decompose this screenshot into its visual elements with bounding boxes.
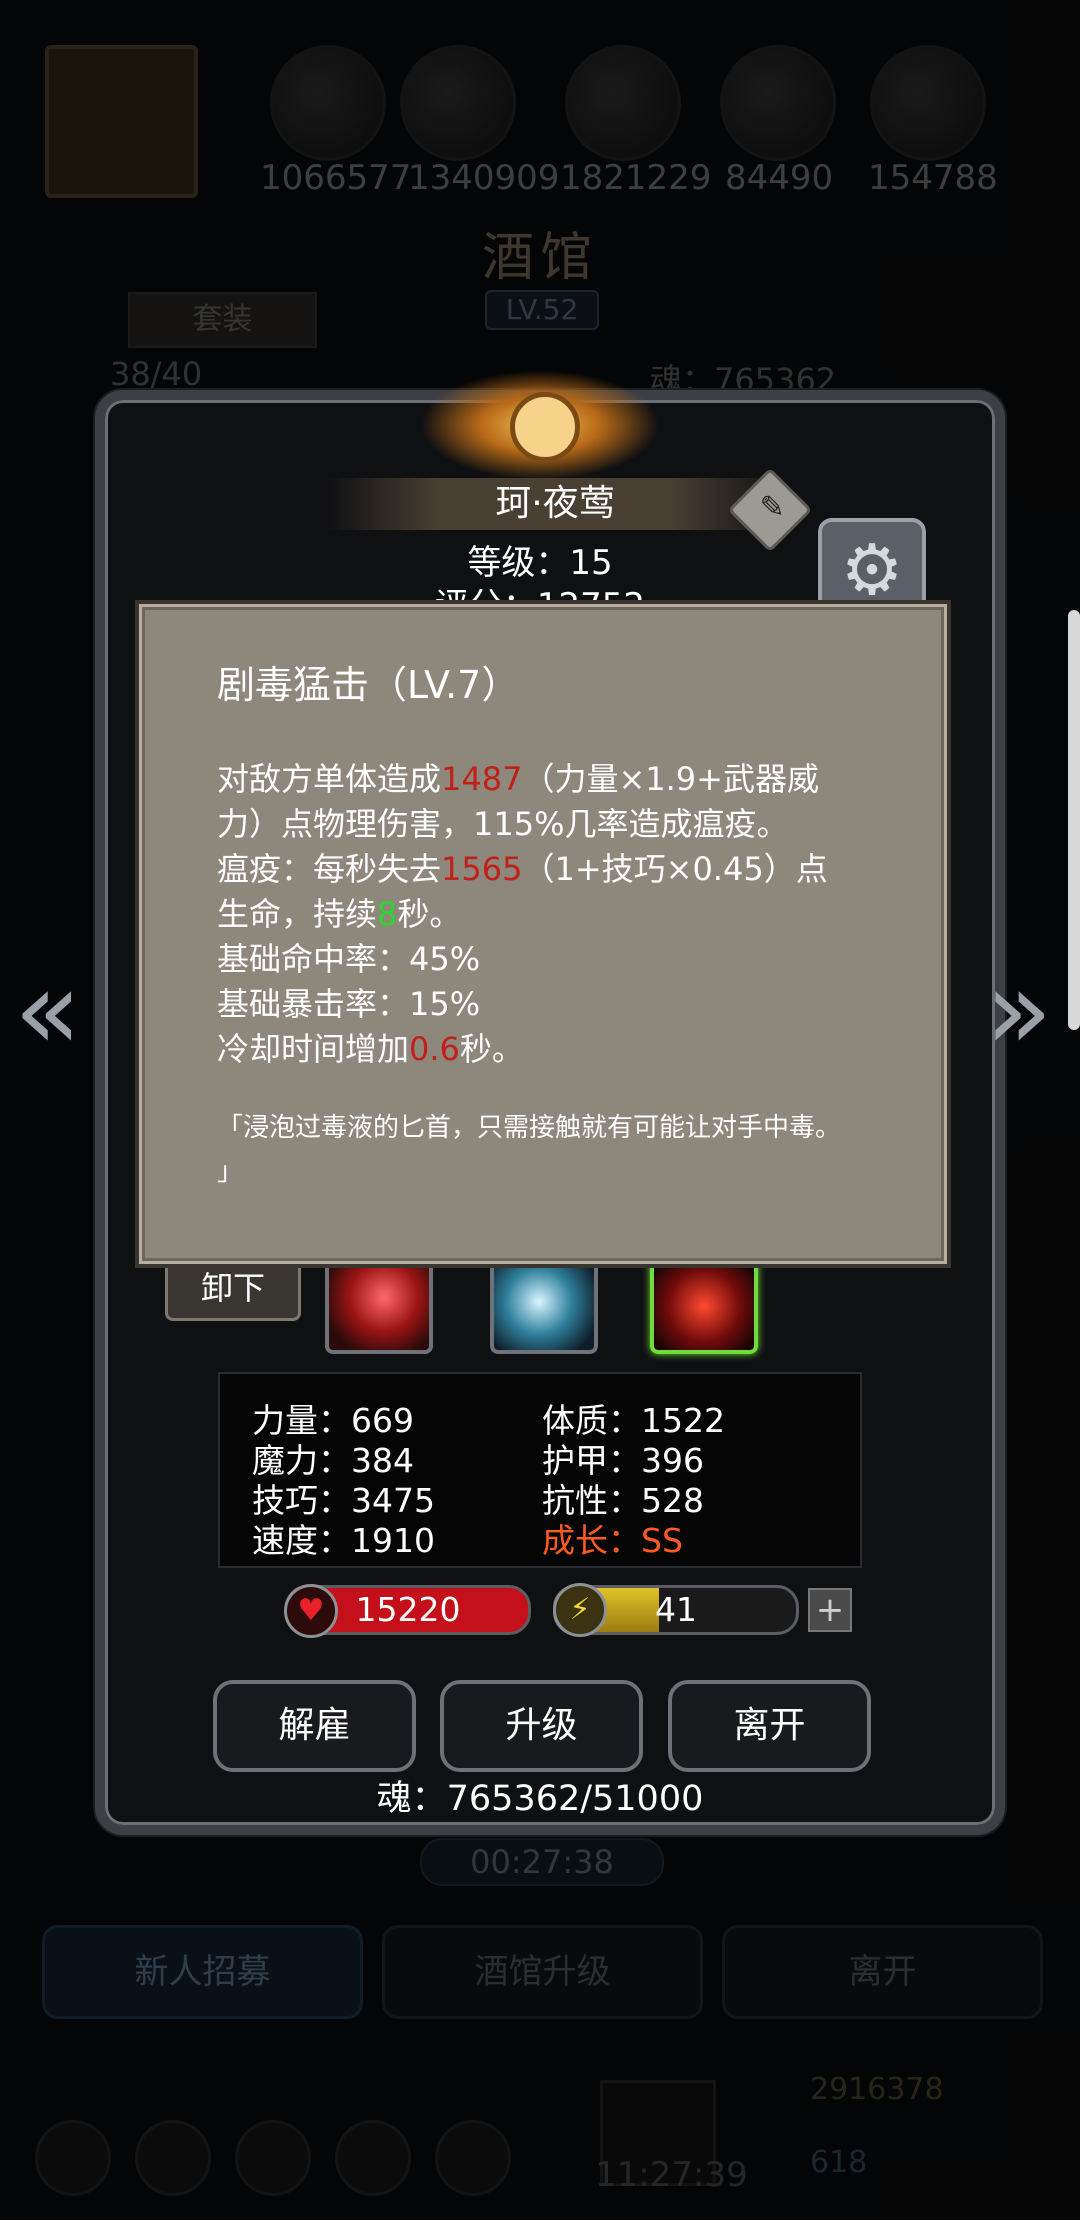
gem-amount: 618 xyxy=(810,2145,868,2180)
skill-desc-line: 冷却时间增加0.6秒。 xyxy=(217,1027,897,1072)
next-hero-arrow-icon[interactable]: » xyxy=(985,955,1052,1065)
text: 瘟疫：每秒失去 xyxy=(217,850,442,888)
hit-rate: 基础命中率：45% xyxy=(217,940,481,978)
skill-desc-line: 对敌方单体造成1487（力量×1.9+武器威 xyxy=(217,757,897,802)
cooldown-value: 0.6 xyxy=(409,1030,460,1068)
stat-growth: 成长：SS xyxy=(542,1521,683,1560)
text: （1+技巧×0.45）点 xyxy=(522,850,828,888)
gold-amount: 2916378 xyxy=(810,2072,944,2107)
skill-desc-line: 力）点物理伤害，115%几率造成瘟疫。 xyxy=(217,805,789,843)
resource-icon-2 xyxy=(400,45,516,161)
recruit-timer: 00:27:38 xyxy=(420,1838,664,1886)
skill-slot-2[interactable] xyxy=(490,1258,598,1354)
resource-value: 154788 xyxy=(868,158,998,198)
text: 秒。 xyxy=(397,895,462,933)
flavor-line: 「浸泡过毒液的匕首，只需接触就有可能让对手中毒。 xyxy=(217,1113,842,1143)
tavern-upgrade-button[interactable]: 酒馆升级 xyxy=(382,1925,703,2019)
soul-cost: 魂：765362/51000 xyxy=(376,1779,704,1819)
menu-icon[interactable] xyxy=(235,2120,311,2196)
skill-desc-line: 生命，持续8秒。 xyxy=(217,892,897,937)
text: 对敌方单体造成 xyxy=(217,760,442,798)
add-energy-button[interactable]: + xyxy=(808,1588,852,1632)
pencil-icon: ✎ xyxy=(759,489,785,525)
hp-bar: ♥ 15220 xyxy=(284,1584,531,1638)
hero-count: 38/40 xyxy=(110,355,203,393)
text: 秒。 xyxy=(459,1030,524,1068)
skill-slot-3-selected[interactable] xyxy=(650,1258,758,1354)
damage-value: 1487 xyxy=(441,760,523,798)
plague-value: 1565 xyxy=(441,850,523,888)
text: 冷却时间增加 xyxy=(217,1030,410,1068)
menu-icon[interactable] xyxy=(35,2120,111,2196)
player-portrait[interactable] xyxy=(45,45,198,198)
recruit-button[interactable]: 新人招募 xyxy=(42,1925,363,2019)
dismiss-button[interactable]: 解雇 xyxy=(213,1680,416,1772)
menu-icon[interactable] xyxy=(335,2120,411,2196)
crit-rate: 基础暴击率：15% xyxy=(217,985,481,1023)
skill-flavor-text: 「浸泡过毒液的匕首，只需接触就有可能让对手中毒。 」 xyxy=(217,1106,897,1194)
resource-icon-4 xyxy=(720,45,836,161)
emblem-icon xyxy=(420,370,660,480)
scrollbar[interactable] xyxy=(1068,610,1080,1030)
menu-icon[interactable] xyxy=(435,2120,511,2196)
menu-icon[interactable] xyxy=(135,2120,211,2196)
resource-value: 1340909 xyxy=(408,158,560,198)
gift-timer: 11:27:39 xyxy=(595,2155,748,2195)
resource-value: 84490 xyxy=(725,158,834,198)
text: 生命，持续 xyxy=(217,895,378,933)
upgrade-button[interactable]: 升级 xyxy=(440,1680,643,1772)
text: （力量×1.9+武器威 xyxy=(522,760,819,798)
resource-value: 1066577 xyxy=(260,158,412,198)
skill-title: 剧毒猛击（LV.7） xyxy=(217,663,520,707)
prev-hero-arrow-icon[interactable]: « xyxy=(14,955,81,1065)
resource-icon-1 xyxy=(270,45,386,161)
lightning-icon: ⚡ xyxy=(553,1583,607,1637)
hp-value: 15220 xyxy=(355,1590,461,1629)
duration-value: 8 xyxy=(377,895,398,933)
hero-name: 珂·夜莺 xyxy=(325,478,785,530)
skill-slot-1[interactable] xyxy=(325,1258,433,1354)
stat-speed: 速度：1910 xyxy=(252,1521,435,1560)
skill-tooltip: 剧毒猛击（LV.7） 对敌方单体造成1487（力量×1.9+武器威 力）点物理伤… xyxy=(135,600,951,1268)
resource-icon-5 xyxy=(870,45,986,161)
stats-panel: 力量：669 体质：1522 魔力：384 护甲：396 技巧：3475 抗性：… xyxy=(218,1372,862,1568)
tavern-title: 酒馆 xyxy=(481,228,598,288)
skill-desc-line: 瘟疫：每秒失去1565（1+技巧×0.45）点 xyxy=(217,847,897,892)
set-button[interactable]: 套装 xyxy=(128,292,317,348)
flavor-line: 」 xyxy=(217,1157,244,1187)
tavern-leave-button[interactable]: 离开 xyxy=(722,1925,1043,2019)
tavern-level: LV.52 xyxy=(485,290,599,330)
leave-button[interactable]: 离开 xyxy=(668,1680,871,1772)
resource-value: 1821229 xyxy=(560,158,712,198)
resource-icon-3 xyxy=(565,45,681,161)
